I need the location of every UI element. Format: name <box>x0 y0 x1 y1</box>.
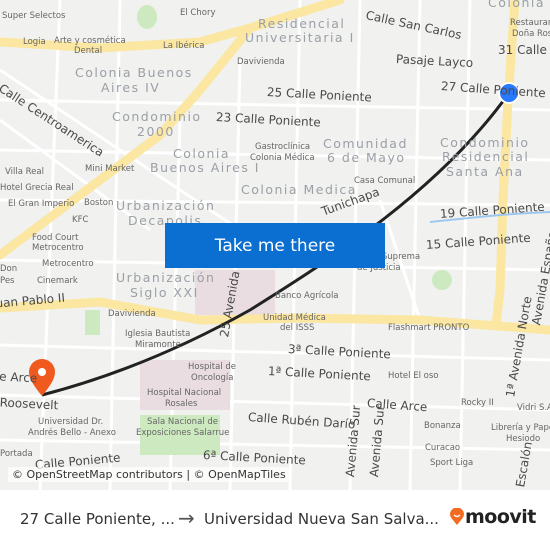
neighborhood-label: Residencial <box>258 16 346 31</box>
poi-label: Gastroclínica <box>255 142 311 152</box>
moovit-pin-icon <box>450 508 464 525</box>
poi-label: Davivienda <box>237 57 285 67</box>
poi-label: Sport Liga <box>430 458 474 468</box>
poi-label: Vidri S.A. <box>517 403 550 413</box>
poi-label: El Chory <box>180 8 216 18</box>
neighborhood-label: Siglo XXI <box>130 285 199 300</box>
poi-label: Restaurante <box>510 18 550 28</box>
poi-label: Portada <box>0 449 33 459</box>
destination-label: Universidad Nueva San Salva... <box>204 510 439 528</box>
neighborhood-label: 6 de Mayo <box>327 150 406 165</box>
neighborhood-label: Colonia C <box>488 0 550 10</box>
poi-label: Metrocentro <box>32 243 84 253</box>
poi-label: Librería y Papelería <box>491 423 550 433</box>
poi-label: Cinemark <box>37 276 78 286</box>
poi-label: Don <box>0 264 18 274</box>
neighborhood-label: 2000 <box>137 124 175 139</box>
neighborhood-label: Residencial <box>442 149 530 164</box>
poi-label: del ISSS <box>280 323 315 333</box>
poi-label: Dental <box>74 46 103 56</box>
neighborhood-label: Urbanización <box>116 270 216 285</box>
poi-label: Metrocentro <box>42 259 94 269</box>
poi-label: Casa Comunal <box>354 176 416 186</box>
poi-label: La Ibérica <box>163 41 205 51</box>
poi-label: El Gran Imperio <box>8 199 75 209</box>
poi-label: Pes <box>0 276 15 286</box>
poi-label: Mini Market <box>85 164 135 174</box>
poi-label: Hotel El oso <box>388 371 439 381</box>
poi-label: Hospital de <box>188 362 237 372</box>
poi-label: Hospital Nacional <box>147 388 222 398</box>
poi-label: Logia <box>23 37 46 47</box>
neighborhood-label: Urbanización <box>116 198 216 213</box>
poi-label: Super Selectos <box>2 11 66 21</box>
poi-label: Universidad Dr. <box>38 417 104 427</box>
neighborhood-label: Buenos Aires I <box>150 160 260 175</box>
poi-label: KFC <box>72 215 89 225</box>
poi-label: Curacao <box>425 443 461 453</box>
poi-label: Miramonte <box>135 340 181 350</box>
poi-label: Banco Agrícola <box>275 291 339 301</box>
neighborhood-label: Universitaria I <box>245 30 355 45</box>
arrow-right-icon: → <box>178 506 195 530</box>
neighborhood-label: Condominio <box>112 109 202 124</box>
poi-label: Oncología <box>191 373 234 383</box>
poi-label: Sala Nacional de <box>147 417 218 427</box>
poi-label: Iglesia Bautista <box>125 329 191 339</box>
poi-label: Andrés Bello - Anexo <box>28 428 116 438</box>
poi-label: Villa Real <box>5 167 44 177</box>
poi-label: Davivienda <box>108 309 156 319</box>
neighborhood-label: Aires IV <box>101 80 161 95</box>
street-label: 31 Calle P <box>498 43 550 57</box>
neighborhood-label: Colonia Buenos <box>75 65 193 80</box>
origin-label: 27 Calle Poniente, ... <box>20 510 175 528</box>
neighborhood-label: Condominio <box>440 135 530 150</box>
poi-label: Bonanza <box>424 421 461 431</box>
moovit-logo: moovit <box>449 506 536 528</box>
map-attribution[interactable]: © OpenStreetMap contributors | © OpenMap… <box>8 467 290 482</box>
poi-label: Rosales <box>165 399 198 409</box>
poi-label: Flashmart PRONTO <box>388 323 470 333</box>
poi-label: Arte y cosmética <box>54 36 126 46</box>
poi-label: Exposiciones Salarrue <box>136 428 230 438</box>
neighborhood-label: Colonia <box>173 146 231 161</box>
poi-label: Rocky II <box>461 398 494 408</box>
poi-label: Boston <box>84 198 114 208</box>
take-me-there-button[interactable]: Take me there <box>165 223 385 268</box>
poi-label: Unidad Médica <box>263 313 326 323</box>
poi-label: Doña Rosa <box>512 29 550 39</box>
neighborhood-label: Santa Ana <box>446 164 524 179</box>
map-view[interactable]: Super Selectos El Chory Logia Arte y cos… <box>0 0 550 490</box>
poi-label: Food Court <box>32 233 79 243</box>
poi-label: Hotel Grecia Real <box>0 183 74 193</box>
moovit-wordmark: moovit <box>465 506 536 528</box>
neighborhood-label: Comunidad <box>323 136 408 151</box>
neighborhood-label: Colonia Medica <box>241 182 357 197</box>
